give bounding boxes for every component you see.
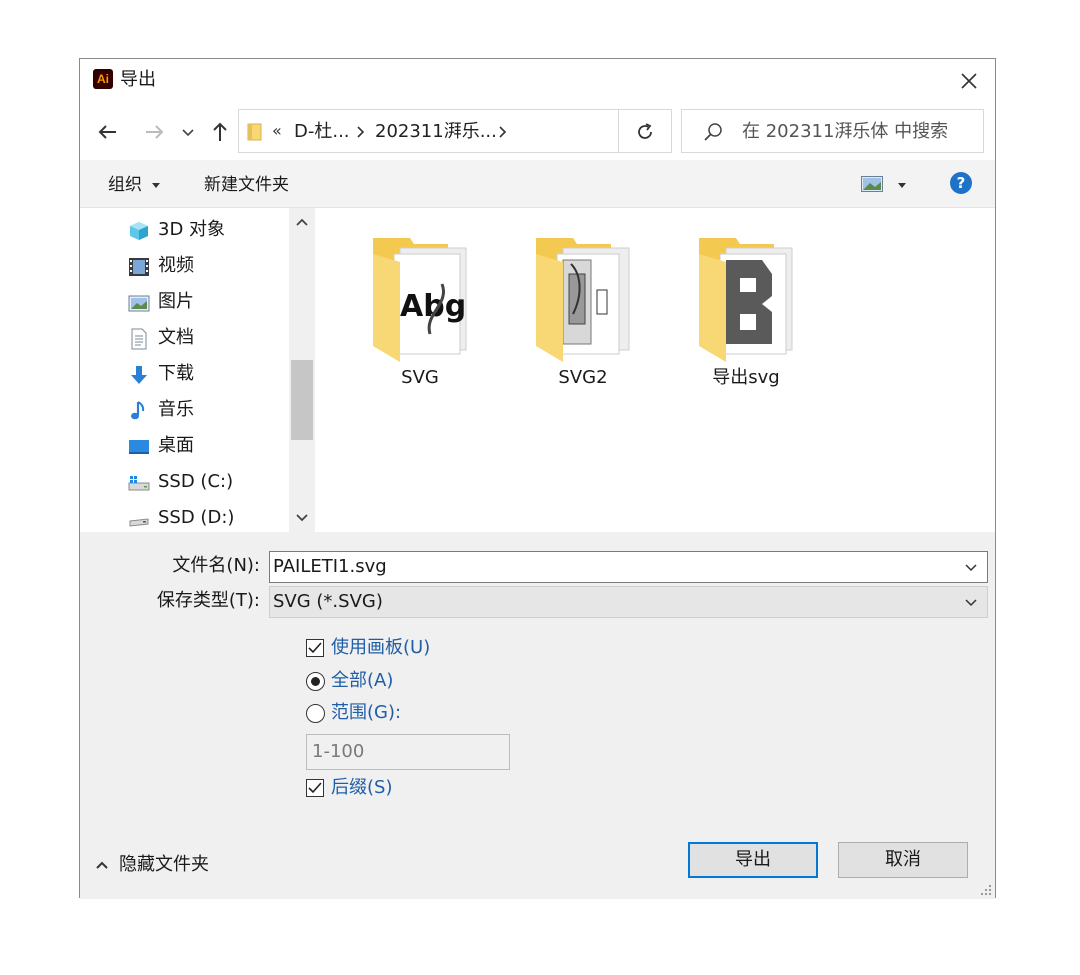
illustrator-app-icon: Ai bbox=[93, 69, 113, 89]
chevron-up-icon bbox=[96, 861, 108, 869]
suffix-checkbox[interactable] bbox=[306, 779, 324, 797]
search-icon bbox=[704, 123, 722, 141]
navigation-pane: 3D 对象 视频 图片 文档 下载 音乐 桌面 SSD (C:) SSD (D:… bbox=[80, 208, 315, 532]
range-label[interactable]: 范围(G): bbox=[331, 702, 401, 724]
all-label[interactable]: 全部(A) bbox=[331, 670, 393, 692]
hide-folders-label[interactable]: 隐藏文件夹 bbox=[119, 854, 209, 876]
folder-item[interactable]: 导出svg bbox=[686, 234, 806, 394]
search-box[interactable]: 在 202311湃乐体 中搜索 bbox=[681, 109, 984, 153]
all-radio[interactable] bbox=[306, 672, 325, 691]
desktop-icon bbox=[129, 440, 149, 454]
pictures-icon bbox=[128, 295, 150, 312]
suffix-label[interactable]: 后缀(S) bbox=[331, 777, 392, 799]
new-folder-button[interactable]: 新建文件夹 bbox=[204, 174, 289, 196]
use-artboards-checkbox[interactable] bbox=[306, 639, 324, 657]
help-icon[interactable]: ? bbox=[950, 172, 972, 194]
dialog-title: 导出 bbox=[120, 69, 156, 90]
sidebar-item-label: 音乐 bbox=[158, 399, 194, 420]
arrow-right-icon bbox=[146, 125, 164, 139]
cancel-button[interactable]: 取消 bbox=[838, 842, 968, 878]
sidebar-item-label: 视频 bbox=[158, 255, 194, 276]
search-placeholder[interactable]: 在 202311湃乐体 中搜索 bbox=[742, 121, 948, 143]
videos-icon bbox=[129, 258, 149, 276]
folder-small-icon bbox=[247, 123, 262, 141]
sidebar-item-label: 文档 bbox=[158, 327, 194, 348]
export-dialog: Ai 导出 « D-杜... 202311湃乐... 在 202311湃乐体 中… bbox=[79, 58, 996, 899]
checkmark-icon bbox=[308, 642, 322, 654]
radio-selected-dot bbox=[311, 677, 320, 686]
breadcrumb-item[interactable]: 202311湃乐... bbox=[375, 121, 497, 143]
use-artboards-label[interactable]: 使用画板(U) bbox=[331, 637, 430, 659]
arrow-up-icon bbox=[213, 122, 227, 141]
drive-icon bbox=[129, 518, 149, 527]
range-radio[interactable] bbox=[306, 704, 325, 723]
folder-icon bbox=[699, 238, 793, 362]
filename-label: 文件名(N): bbox=[172, 555, 260, 576]
sidebar-item-label: SSD (D:) bbox=[158, 507, 235, 528]
sidebar-item-label: 下载 bbox=[158, 363, 194, 384]
view-thumbnail-icon bbox=[861, 176, 883, 192]
windows-drive-icon bbox=[128, 476, 150, 491]
filetype-label: 保存类型(T): bbox=[156, 590, 260, 611]
save-options-panel: 文件名(N): PAILETI1.svg 保存类型(T): SVG (*.SVG… bbox=[80, 532, 995, 899]
forward-button[interactable] bbox=[142, 120, 166, 144]
folder-name: SVG2 bbox=[558, 367, 608, 388]
filetype-select[interactable]: SVG (*.SVG) bbox=[269, 586, 988, 618]
sidebar-item-label: 桌面 bbox=[158, 435, 194, 456]
chevron-down-icon bbox=[182, 129, 194, 137]
export-button[interactable]: 导出 bbox=[688, 842, 818, 878]
arrow-left-icon bbox=[98, 125, 116, 139]
documents-icon bbox=[131, 328, 147, 350]
view-options-button[interactable] bbox=[861, 176, 883, 192]
back-button[interactable] bbox=[96, 120, 120, 144]
folder-icon: Abg bbox=[373, 238, 467, 362]
chevron-down-icon bbox=[965, 599, 977, 607]
caret-down-icon[interactable] bbox=[898, 183, 906, 188]
close-icon bbox=[961, 73, 977, 89]
resize-grip-icon[interactable] bbox=[980, 884, 992, 896]
chevron-down-icon[interactable] bbox=[295, 512, 309, 524]
organize-menu[interactable]: 组织 bbox=[108, 174, 142, 196]
refresh-button[interactable] bbox=[618, 109, 672, 153]
refresh-icon bbox=[638, 123, 652, 139]
checkmark-icon bbox=[308, 782, 322, 794]
folder-name: SVG bbox=[401, 367, 439, 388]
browser-content: 3D 对象 视频 图片 文档 下载 音乐 桌面 SSD (C:) SSD (D:… bbox=[80, 208, 995, 532]
filename-value[interactable]: PAILETI1.svg bbox=[273, 556, 387, 578]
close-button[interactable] bbox=[957, 69, 981, 93]
folder-name: 导出svg bbox=[712, 367, 780, 388]
music-icon bbox=[131, 401, 145, 420]
range-value: 1-100 bbox=[312, 741, 365, 762]
filetype-value: SVG (*.SVG) bbox=[273, 591, 383, 612]
file-list: Abg SVG SVG2 导出svg bbox=[315, 208, 997, 532]
caret-down-icon[interactable] bbox=[152, 183, 160, 188]
recent-locations-button[interactable] bbox=[180, 120, 196, 144]
filename-field[interactable]: PAILETI1.svg bbox=[269, 551, 988, 583]
title-bar: Ai 导出 bbox=[80, 59, 995, 104]
folder-item[interactable]: Abg SVG bbox=[360, 234, 480, 394]
scrollbar-thumb[interactable] bbox=[291, 360, 313, 440]
breadcrumb-overflow[interactable]: « bbox=[272, 121, 282, 140]
downloads-icon bbox=[131, 366, 147, 384]
sidebar-item-label: 3D 对象 bbox=[158, 219, 226, 240]
navigation-bar: « D-杜... 202311湃乐... 在 202311湃乐体 中搜索 bbox=[80, 104, 995, 160]
up-button[interactable] bbox=[208, 120, 232, 144]
address-bar[interactable]: « D-杜... 202311湃乐... bbox=[238, 109, 672, 153]
folder-icon bbox=[536, 238, 630, 362]
chevron-right-icon[interactable] bbox=[498, 125, 508, 139]
folder-item[interactable]: SVG2 bbox=[523, 234, 643, 394]
chevron-up-icon[interactable] bbox=[295, 216, 309, 228]
range-input[interactable]: 1-100 bbox=[306, 734, 510, 770]
sidebar-item-label: SSD (C:) bbox=[158, 471, 234, 492]
chevron-down-icon[interactable] bbox=[964, 563, 978, 573]
svg-text:Abg: Abg bbox=[400, 289, 466, 324]
command-toolbar: 组织 新建文件夹 ? bbox=[80, 160, 995, 208]
breadcrumb-item[interactable]: D-杜... bbox=[294, 121, 350, 143]
3d-objects-icon bbox=[130, 222, 148, 240]
chevron-right-icon[interactable] bbox=[356, 125, 366, 139]
nav-pane-scrollbar[interactable] bbox=[289, 208, 315, 532]
sidebar-item-label: 图片 bbox=[158, 291, 194, 312]
